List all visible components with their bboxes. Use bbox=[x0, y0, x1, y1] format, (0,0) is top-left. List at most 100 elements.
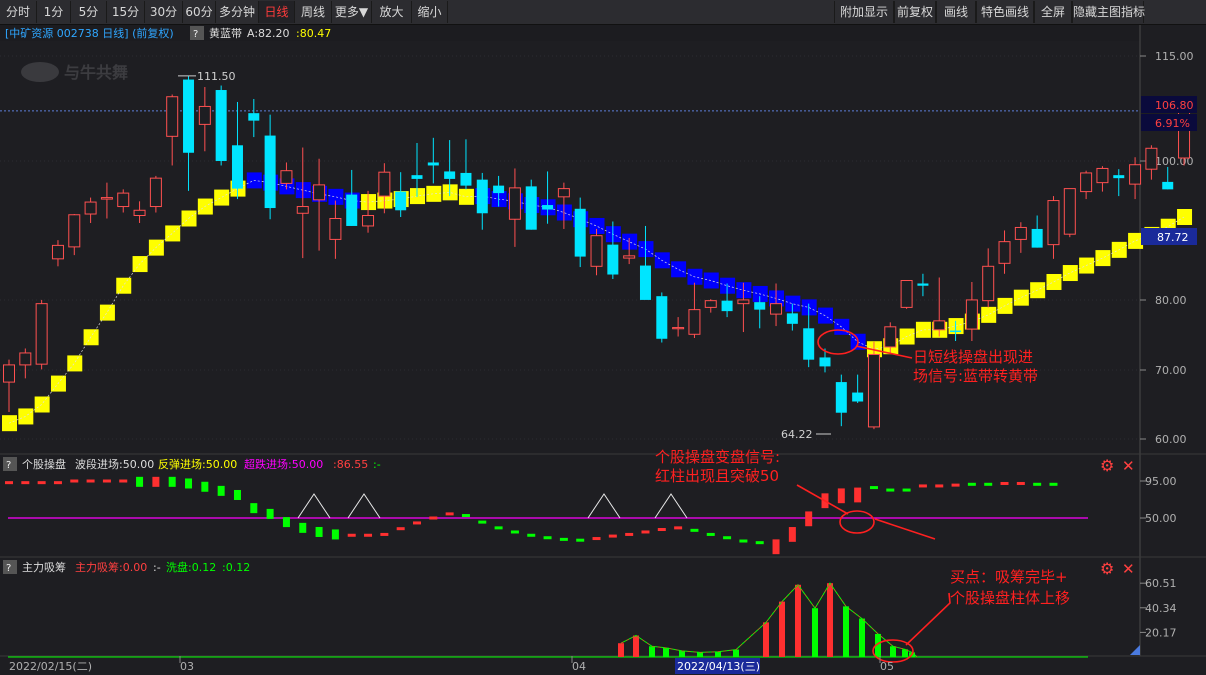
candle-body bbox=[1096, 167, 1109, 184]
candle-body bbox=[737, 299, 750, 305]
stock-chart[interactable]: 115.00100.0080.0070.0060.00与牛共舞[中矿资源 002… bbox=[0, 25, 1206, 675]
panel2-help-icon: ? bbox=[6, 460, 11, 471]
band-segment bbox=[67, 355, 83, 372]
band-segment bbox=[1013, 289, 1029, 306]
candle-body bbox=[803, 328, 815, 360]
candle-body bbox=[3, 364, 15, 383]
candle-body bbox=[264, 135, 276, 209]
tool-button-3[interactable]: 特色画线 bbox=[976, 1, 1034, 23]
panel2-dash bbox=[902, 488, 911, 492]
period-button-0[interactable]: 分时 bbox=[0, 1, 37, 23]
band-segment bbox=[18, 408, 34, 425]
candle-body bbox=[329, 217, 342, 240]
candle-body bbox=[444, 171, 456, 179]
panel2-bar bbox=[772, 539, 780, 555]
band-segment bbox=[981, 306, 997, 323]
panel2-wave-entry: 波段进场:50.00 bbox=[75, 457, 154, 471]
period-button-5[interactable]: 60分 bbox=[183, 1, 216, 23]
panel2-tick-50: 50.00 bbox=[1145, 512, 1177, 525]
period-button-10[interactable]: 放大 bbox=[372, 1, 412, 23]
panel3-bar bbox=[733, 649, 739, 657]
indicator-name: 黄蓝带 bbox=[209, 26, 242, 40]
period-button-9[interactable]: 更多▼ bbox=[332, 1, 372, 23]
candle-body bbox=[166, 96, 179, 137]
tool-button-5[interactable]: 隐藏主图指标 bbox=[1072, 1, 1145, 23]
period-button-6[interactable]: 多分钟 bbox=[216, 1, 259, 23]
period-button-8[interactable]: 周线 bbox=[295, 1, 332, 23]
panel2-oversold-entry: 超跌进场:50.00 bbox=[244, 457, 323, 471]
panel2-bar bbox=[331, 529, 339, 540]
y-tick-label: 80.00 bbox=[1155, 294, 1187, 307]
candle-body bbox=[884, 326, 897, 348]
x-label-may: 05 bbox=[880, 660, 894, 673]
period-button-4[interactable]: 30分 bbox=[145, 1, 183, 23]
panel2-bar bbox=[266, 508, 274, 519]
panel2-dash bbox=[461, 514, 470, 518]
panel3-absorb-value: 主力吸筹:0.00 bbox=[75, 560, 147, 574]
watermark-logo-icon bbox=[21, 62, 59, 82]
period-button-1[interactable]: 1分 bbox=[37, 1, 71, 23]
panel2-dash bbox=[21, 481, 30, 485]
candle-body bbox=[835, 382, 847, 413]
panel2-dash bbox=[657, 528, 666, 532]
panel2-value: :86.55 bbox=[333, 458, 368, 471]
panel2-settings-icon: ⚙ bbox=[1100, 456, 1114, 475]
period-button-2[interactable]: 5分 bbox=[71, 1, 107, 23]
panel2-dash bbox=[102, 479, 111, 483]
tool-button-1[interactable]: 前复权 bbox=[894, 1, 936, 23]
panel2-bar bbox=[788, 527, 796, 542]
panel2-dash bbox=[1049, 482, 1058, 486]
panel3-name: 主力吸筹 bbox=[22, 560, 66, 574]
candle-body bbox=[68, 214, 81, 248]
candle-body bbox=[1162, 181, 1174, 190]
candle-body bbox=[1014, 226, 1027, 240]
tool-button-0[interactable]: 附加显示 bbox=[834, 1, 894, 23]
stock-title: [中矿资源 002738 日线] (前复权) bbox=[5, 26, 174, 40]
panel2-dash bbox=[53, 481, 62, 485]
panel3-bar bbox=[827, 583, 833, 657]
candle-body bbox=[1031, 228, 1043, 248]
panel2-dash bbox=[5, 481, 13, 485]
panel2-dash bbox=[935, 484, 944, 488]
panel2-dash bbox=[1000, 481, 1009, 485]
panel2-dash bbox=[641, 530, 650, 534]
panel2-bar bbox=[233, 489, 241, 500]
panel3-close-icon: ✕ bbox=[1122, 560, 1135, 578]
panel2-bar bbox=[201, 481, 209, 492]
candle-body bbox=[508, 187, 521, 220]
panel3-bar bbox=[763, 622, 769, 657]
panel2-dash bbox=[625, 532, 634, 536]
panel2-dash bbox=[70, 479, 79, 483]
period-button-11[interactable]: 缩小 bbox=[412, 1, 448, 23]
panel2-bar bbox=[185, 478, 193, 489]
op-signal-note-line2: 红柱出现且突破50 bbox=[655, 467, 779, 485]
panel2-dash bbox=[674, 526, 683, 530]
band-segment bbox=[214, 189, 230, 206]
candle-body bbox=[590, 235, 603, 267]
x-label-mar: 03 bbox=[180, 660, 194, 673]
tool-button-2[interactable]: 画线 bbox=[936, 1, 976, 23]
candle-body bbox=[411, 175, 423, 179]
candle-body bbox=[672, 327, 685, 330]
entry-signal-note-line1: 日短线操盘出现进 bbox=[913, 348, 1033, 366]
panel3-wash-value2: :0.12 bbox=[222, 561, 250, 574]
panel3-bar bbox=[890, 646, 896, 657]
period-button-7[interactable]: 日线 bbox=[259, 1, 295, 23]
cursor-date: 2022/04/13(三) bbox=[677, 660, 760, 673]
candle-body bbox=[656, 296, 668, 339]
panel3-help-icon: ? bbox=[6, 563, 11, 574]
panel2-bar bbox=[837, 488, 845, 504]
buy-point-note-line2: 个股操盘柱体上移 bbox=[950, 589, 1070, 607]
panel2-dash bbox=[608, 534, 617, 538]
candle-body bbox=[346, 194, 358, 226]
panel2-dash bbox=[690, 528, 699, 532]
period-button-3[interactable]: 15分 bbox=[107, 1, 145, 23]
watermark-logo: 与牛共舞 bbox=[64, 63, 128, 82]
tool-button-4[interactable]: 全屏 bbox=[1034, 1, 1072, 23]
panel2-dash bbox=[380, 532, 389, 536]
band-segment bbox=[116, 277, 132, 294]
band-segment bbox=[34, 396, 50, 413]
panel2-dash bbox=[86, 479, 95, 483]
candle-body bbox=[280, 170, 293, 184]
candle-body bbox=[1145, 147, 1158, 170]
